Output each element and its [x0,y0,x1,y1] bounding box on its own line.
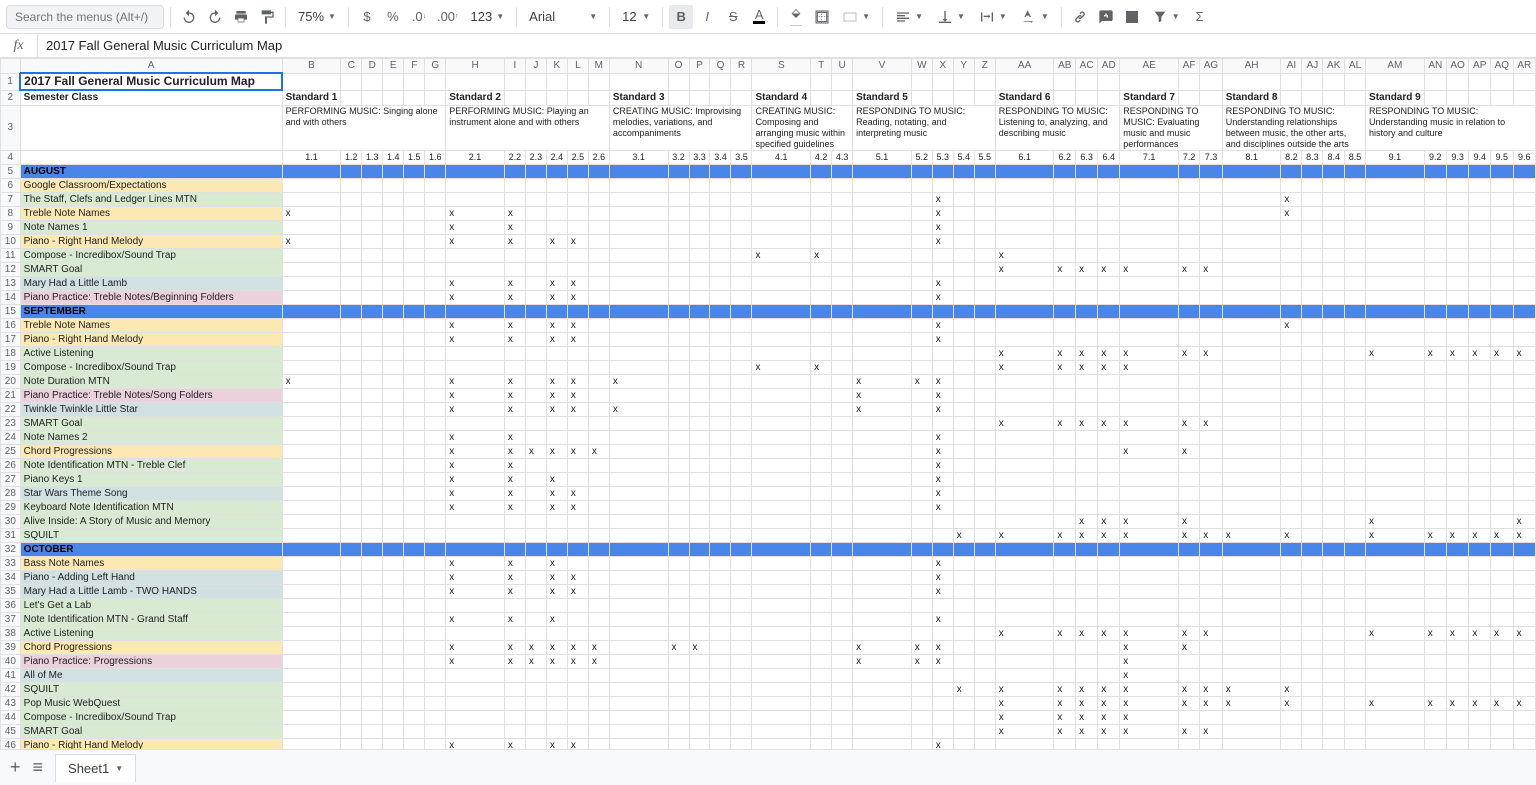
zoom-dropdown[interactable]: 75%▼ [292,5,342,29]
text-rotation-dropdown[interactable]: ▼ [1015,5,1055,29]
font-dropdown[interactable]: Arial▼ [523,5,603,29]
bold-button[interactable]: B [669,5,693,29]
text-color-button[interactable]: A [747,5,771,29]
sheet-tab-bar: + ≡ Sheet1▼ [0,749,1536,785]
toolbar: 75%▼ $ % .0↓ .00↑ 123▼ Arial▼ 12▼ B I S … [0,0,1536,34]
functions-button[interactable]: Σ [1188,5,1212,29]
paint-format-button[interactable] [255,5,279,29]
fx-icon: fx [0,34,38,57]
strikethrough-button[interactable]: S [721,5,745,29]
currency-button[interactable]: $ [355,5,379,29]
merge-cells-dropdown[interactable]: ▼ [836,5,876,29]
borders-button[interactable] [810,5,834,29]
print-button[interactable] [229,5,253,29]
formula-input[interactable]: 2017 Fall General Music Curriculum Map [38,34,1536,57]
fill-color-button[interactable] [784,5,808,29]
insert-comment-button[interactable] [1094,5,1118,29]
menu-search-input[interactable] [6,5,164,29]
insert-link-button[interactable] [1068,5,1092,29]
horizontal-align-dropdown[interactable]: ▼ [889,5,929,29]
formula-bar: fx 2017 Fall General Music Curriculum Ma… [0,34,1536,58]
font-size-dropdown[interactable]: 12▼ [616,5,656,29]
percent-button[interactable]: % [381,5,405,29]
add-sheet-button[interactable]: + [10,757,21,778]
italic-button[interactable]: I [695,5,719,29]
redo-button[interactable] [203,5,227,29]
increase-decimal-button[interactable]: .00↑ [433,5,463,29]
all-sheets-button[interactable]: ≡ [33,757,44,778]
more-formats-dropdown[interactable]: 123▼ [465,5,511,29]
vertical-align-dropdown[interactable]: ▼ [931,5,971,29]
sheet-tab[interactable]: Sheet1▼ [55,754,136,782]
undo-button[interactable] [177,5,201,29]
spreadsheet-grid[interactable]: ABCDEFGHIJKLMNOPQRSTUVWXYZAAABACADAEAFAG… [0,58,1536,749]
filter-dropdown[interactable]: ▼ [1146,5,1186,29]
insert-chart-button[interactable] [1120,5,1144,29]
text-wrap-dropdown[interactable]: ▼ [973,5,1013,29]
decrease-decimal-button[interactable]: .0↓ [407,5,431,29]
